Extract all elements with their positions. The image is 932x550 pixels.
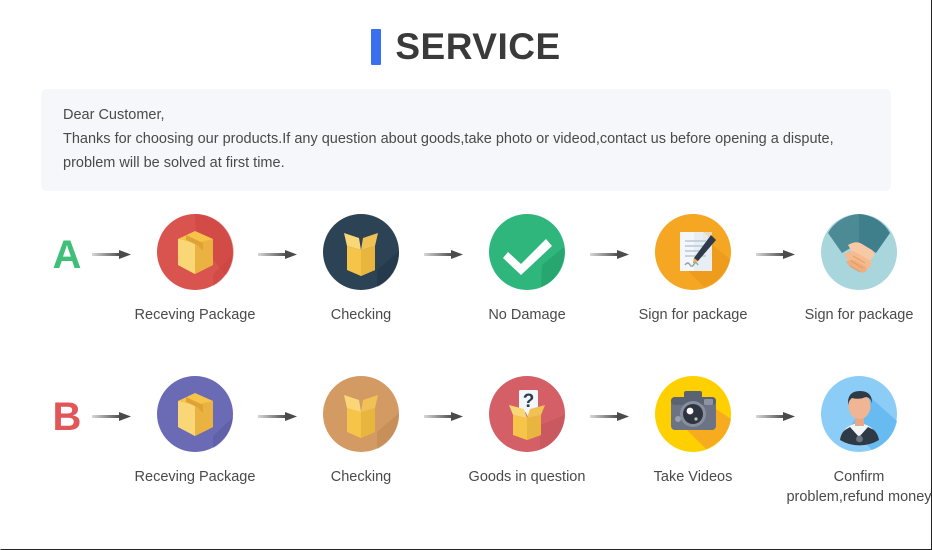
right-arrow-icon: [89, 375, 135, 459]
closed-box-icon: [156, 375, 234, 453]
flow-row-a: A Receving Package Checking No Damage Si…: [1, 213, 931, 325]
flow-step: No Damage: [467, 213, 587, 325]
right-arrow-icon: [421, 213, 467, 297]
open-box-icon: [322, 375, 400, 453]
handshake-icon: [820, 213, 898, 291]
flow-step: Sign for package: [633, 213, 753, 325]
right-arrow-icon: [753, 213, 799, 297]
flow-step-label: No Damage: [488, 307, 566, 323]
flow-step-label: Receving Package: [134, 307, 256, 323]
flow-step: Take Videos: [633, 375, 753, 487]
flow-step: Checking: [301, 213, 421, 325]
notice-line-2: Thanks for choosing our products.If any …: [63, 131, 834, 147]
open-box-icon: [322, 213, 400, 291]
document-pen-icon: [654, 213, 732, 291]
flow-row-b: B Receving Package Checking ? Goods in q…: [1, 375, 932, 507]
flow-step-label: Sign for package: [804, 307, 914, 323]
right-arrow-icon: [89, 213, 135, 297]
flow-step: Receving Package: [135, 375, 255, 487]
right-arrow-icon: [587, 375, 633, 459]
flow-step: Confirm problem,refund money: [786, 375, 932, 507]
service-page: SERVICE Dear Customer, Thanks for choosi…: [1, 0, 932, 549]
flow-step-label: Checking: [330, 307, 392, 323]
closed-box-icon: [156, 213, 234, 291]
notice-line-1: Dear Customer,: [63, 107, 165, 123]
right-arrow-icon: [587, 213, 633, 297]
flow-step-label: Sign for package: [638, 307, 748, 323]
flow-step-label: Goods in question: [468, 469, 586, 485]
right-arrow-icon: [255, 375, 301, 459]
flow-step-label: Confirm problem,refund money: [786, 469, 932, 505]
flow-letter-b: B: [52, 395, 82, 439]
flow-step: Checking: [301, 375, 421, 487]
right-arrow-icon: [255, 213, 301, 297]
checkmark-icon: [488, 213, 566, 291]
title-accent-bar: [371, 29, 382, 65]
flow-step: ? Goods in question: [467, 375, 587, 487]
page-title: SERVICE: [1, 0, 931, 68]
customer-notice-box: Dear Customer, Thanks for choosing our p…: [41, 89, 891, 191]
flow-letter-a: A: [52, 233, 82, 277]
camera-icon: [654, 375, 732, 453]
flow-step-label: Take Videos: [653, 469, 733, 485]
page-title-text: SERVICE: [395, 26, 561, 67]
flow-step: Receving Package: [135, 213, 255, 325]
question-box-icon: ?: [488, 375, 566, 453]
flow-step-label: Receving Package: [134, 469, 256, 485]
flow-step-label: Checking: [330, 469, 392, 485]
right-arrow-icon: [753, 375, 799, 459]
right-arrow-icon: [421, 375, 467, 459]
flow-step: Sign for package: [799, 213, 919, 325]
notice-line-3: problem will be solved at first time.: [63, 155, 285, 171]
support-person-icon: [820, 375, 898, 453]
